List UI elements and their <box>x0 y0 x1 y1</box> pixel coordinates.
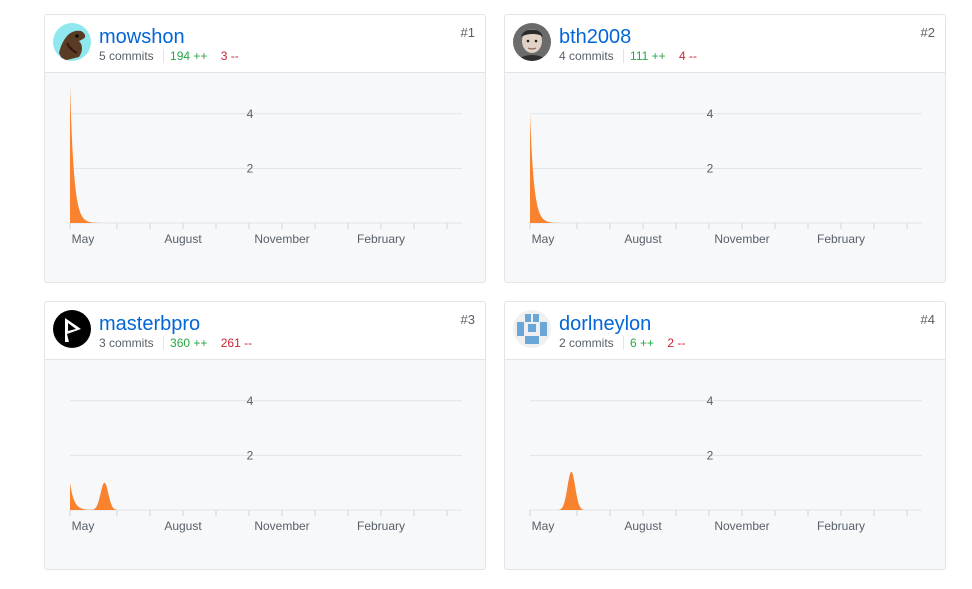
x-tick-label: November <box>254 519 309 533</box>
person-photo-avatar-icon[interactable] <box>513 23 551 61</box>
card-header: bth2008 4 commits 111 ++ 4 -- #2 <box>505 15 945 73</box>
commit-area <box>70 86 462 223</box>
x-tick-label: August <box>164 519 202 533</box>
x-tick-label: November <box>714 519 769 533</box>
horse-avatar-icon[interactable] <box>53 23 91 61</box>
x-tick-label: February <box>357 519 405 533</box>
x-tick-label: May <box>532 519 555 533</box>
contributor-card: dorlneylon 2 commits 6 ++ 2 -- #4 2 4 May A… <box>504 301 946 570</box>
deletions-count: 2 -- <box>667 336 686 350</box>
contributor-card: bth2008 4 commits 111 ++ 4 -- #2 2 4 May Au… <box>504 14 946 283</box>
commit-area <box>70 482 462 510</box>
x-tick-label: May <box>72 519 95 533</box>
additions-count: 360 ++ <box>163 336 208 350</box>
deletions-count: 3 -- <box>220 49 239 63</box>
x-tick-label: August <box>624 519 662 533</box>
rank-badge: #3 <box>460 312 475 327</box>
contributor-card: masterbpro 3 commits 360 ++ 261 -- #3 2 4… <box>44 301 486 570</box>
x-tick-label: November <box>714 232 769 246</box>
commit-stats: 3 commits 360 ++ 261 -- <box>99 336 252 350</box>
rank-badge: #2 <box>920 25 935 40</box>
y-tick-label: 4 <box>707 107 714 121</box>
contribution-chart: 2 4 May August November February <box>69 394 462 533</box>
x-tick-label: May <box>72 232 95 246</box>
x-tick-label: November <box>254 232 309 246</box>
username-link[interactable]: mowshon <box>99 25 185 49</box>
x-tick-label: February <box>817 519 865 533</box>
commit-count[interactable]: 3 commits <box>99 336 154 350</box>
card-header: mowshon 5 commits 194 ++ 3 -- #1 <box>45 15 485 73</box>
additions-count: 6 ++ <box>623 336 655 350</box>
additions-count: 111 ++ <box>623 49 666 63</box>
commit-area <box>530 471 922 510</box>
commit-count[interactable]: 5 commits <box>99 49 154 63</box>
y-tick-label: 2 <box>707 161 714 175</box>
contribution-chart: 2 4 May August November February <box>529 107 922 246</box>
x-tick-label: August <box>164 232 202 246</box>
username-link[interactable]: masterbpro <box>99 312 200 336</box>
y-tick-label: 4 <box>247 107 254 121</box>
identicon-avatar-icon[interactable] <box>513 310 551 348</box>
username-link[interactable]: dorlneylon <box>559 312 651 336</box>
commit-count[interactable]: 2 commits <box>559 336 614 350</box>
contribution-chart: 2 4 May August November February <box>529 394 922 533</box>
username-link[interactable]: bth2008 <box>559 25 631 49</box>
x-tick-label: February <box>357 232 405 246</box>
y-tick-label: 2 <box>247 448 254 462</box>
card-header: masterbpro 3 commits 360 ++ 261 -- #3 <box>45 302 485 360</box>
commit-stats: 2 commits 6 ++ 2 -- <box>559 336 685 350</box>
x-tick-label: May <box>532 232 555 246</box>
commit-count[interactable]: 4 commits <box>559 49 614 63</box>
contributor-card: mowshon 5 commits 194 ++ 3 -- #1 2 4 May Au… <box>44 14 486 283</box>
deletions-count: 261 -- <box>220 336 253 350</box>
contribution-chart: 2 4 May August November February <box>69 86 462 246</box>
x-tick-label: August <box>624 232 662 246</box>
rank-badge: #1 <box>460 25 475 40</box>
y-tick-label: 4 <box>707 394 714 408</box>
card-header: dorlneylon 2 commits 6 ++ 2 -- #4 <box>505 302 945 360</box>
deletions-count: 4 -- <box>678 49 697 63</box>
y-tick-label: 2 <box>247 161 254 175</box>
y-tick-label: 2 <box>707 448 714 462</box>
commit-stats: 4 commits 111 ++ 4 -- <box>559 49 697 63</box>
rank-badge: #4 <box>920 312 935 327</box>
additions-count: 194 ++ <box>163 49 208 63</box>
x-tick-label: February <box>817 232 865 246</box>
y-tick-label: 4 <box>247 394 254 408</box>
play-logo-avatar-icon[interactable] <box>53 310 91 348</box>
commit-stats: 5 commits 194 ++ 3 -- <box>99 49 239 63</box>
